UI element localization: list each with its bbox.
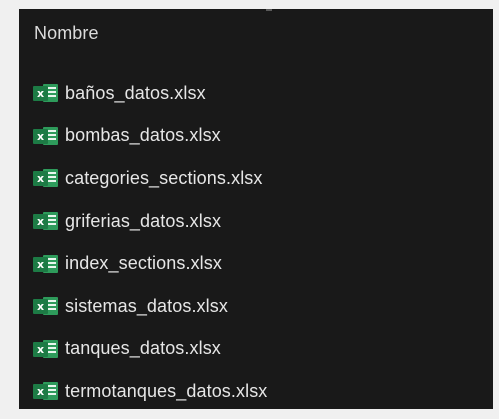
file-name: index_sections.xlsx [65, 253, 222, 274]
excel-file-icon: x [32, 125, 58, 147]
excel-badge: x [33, 299, 48, 315]
excel-file-icon: x [32, 167, 58, 189]
file-row[interactable]: x sistemas_datos.xlsx [32, 285, 472, 328]
excel-file-icon: x [32, 338, 58, 360]
excel-badge: x [33, 384, 48, 400]
file-row[interactable]: x bombas_datos.xlsx [32, 115, 472, 158]
excel-badge: x [33, 128, 48, 144]
file-name: griferias_datos.xlsx [65, 210, 222, 231]
excel-file-icon: x [32, 295, 58, 317]
file-name: categories_sections.xlsx [65, 167, 263, 188]
file-row[interactable]: x index_sections.xlsx [32, 242, 472, 285]
file-name: bombas_datos.xlsx [65, 125, 221, 146]
excel-file-icon: x [32, 82, 58, 104]
excel-badge: x [33, 86, 48, 102]
screenshot-frame: Nombre x baños_datos.xlsx x bombas_datos… [0, 0, 499, 419]
file-row[interactable]: x termotanques_datos.xlsx [32, 370, 472, 413]
file-name: termotanques_datos.xlsx [65, 380, 268, 401]
file-list: x baños_datos.xlsx x bombas_datos.xlsx x… [32, 72, 472, 413]
file-row[interactable]: x griferias_datos.xlsx [32, 200, 472, 243]
excel-file-icon: x [32, 380, 58, 402]
excel-badge: x [33, 214, 48, 230]
file-name: sistemas_datos.xlsx [65, 295, 228, 316]
excel-badge: x [33, 256, 48, 272]
file-name: tanques_datos.xlsx [65, 338, 221, 359]
file-explorer-panel: Nombre x baños_datos.xlsx x bombas_datos… [19, 9, 493, 409]
file-row[interactable]: x tanques_datos.xlsx [32, 328, 472, 371]
name-column-header[interactable]: Nombre [34, 23, 99, 44]
column-header-divider[interactable] [266, 9, 272, 11]
file-name: baños_datos.xlsx [65, 82, 206, 103]
excel-file-icon: x [32, 210, 58, 232]
file-row[interactable]: x categories_sections.xlsx [32, 157, 472, 200]
excel-file-icon: x [32, 253, 58, 275]
excel-badge: x [33, 171, 48, 187]
excel-badge: x [33, 341, 48, 357]
file-row[interactable]: x baños_datos.xlsx [32, 72, 472, 115]
